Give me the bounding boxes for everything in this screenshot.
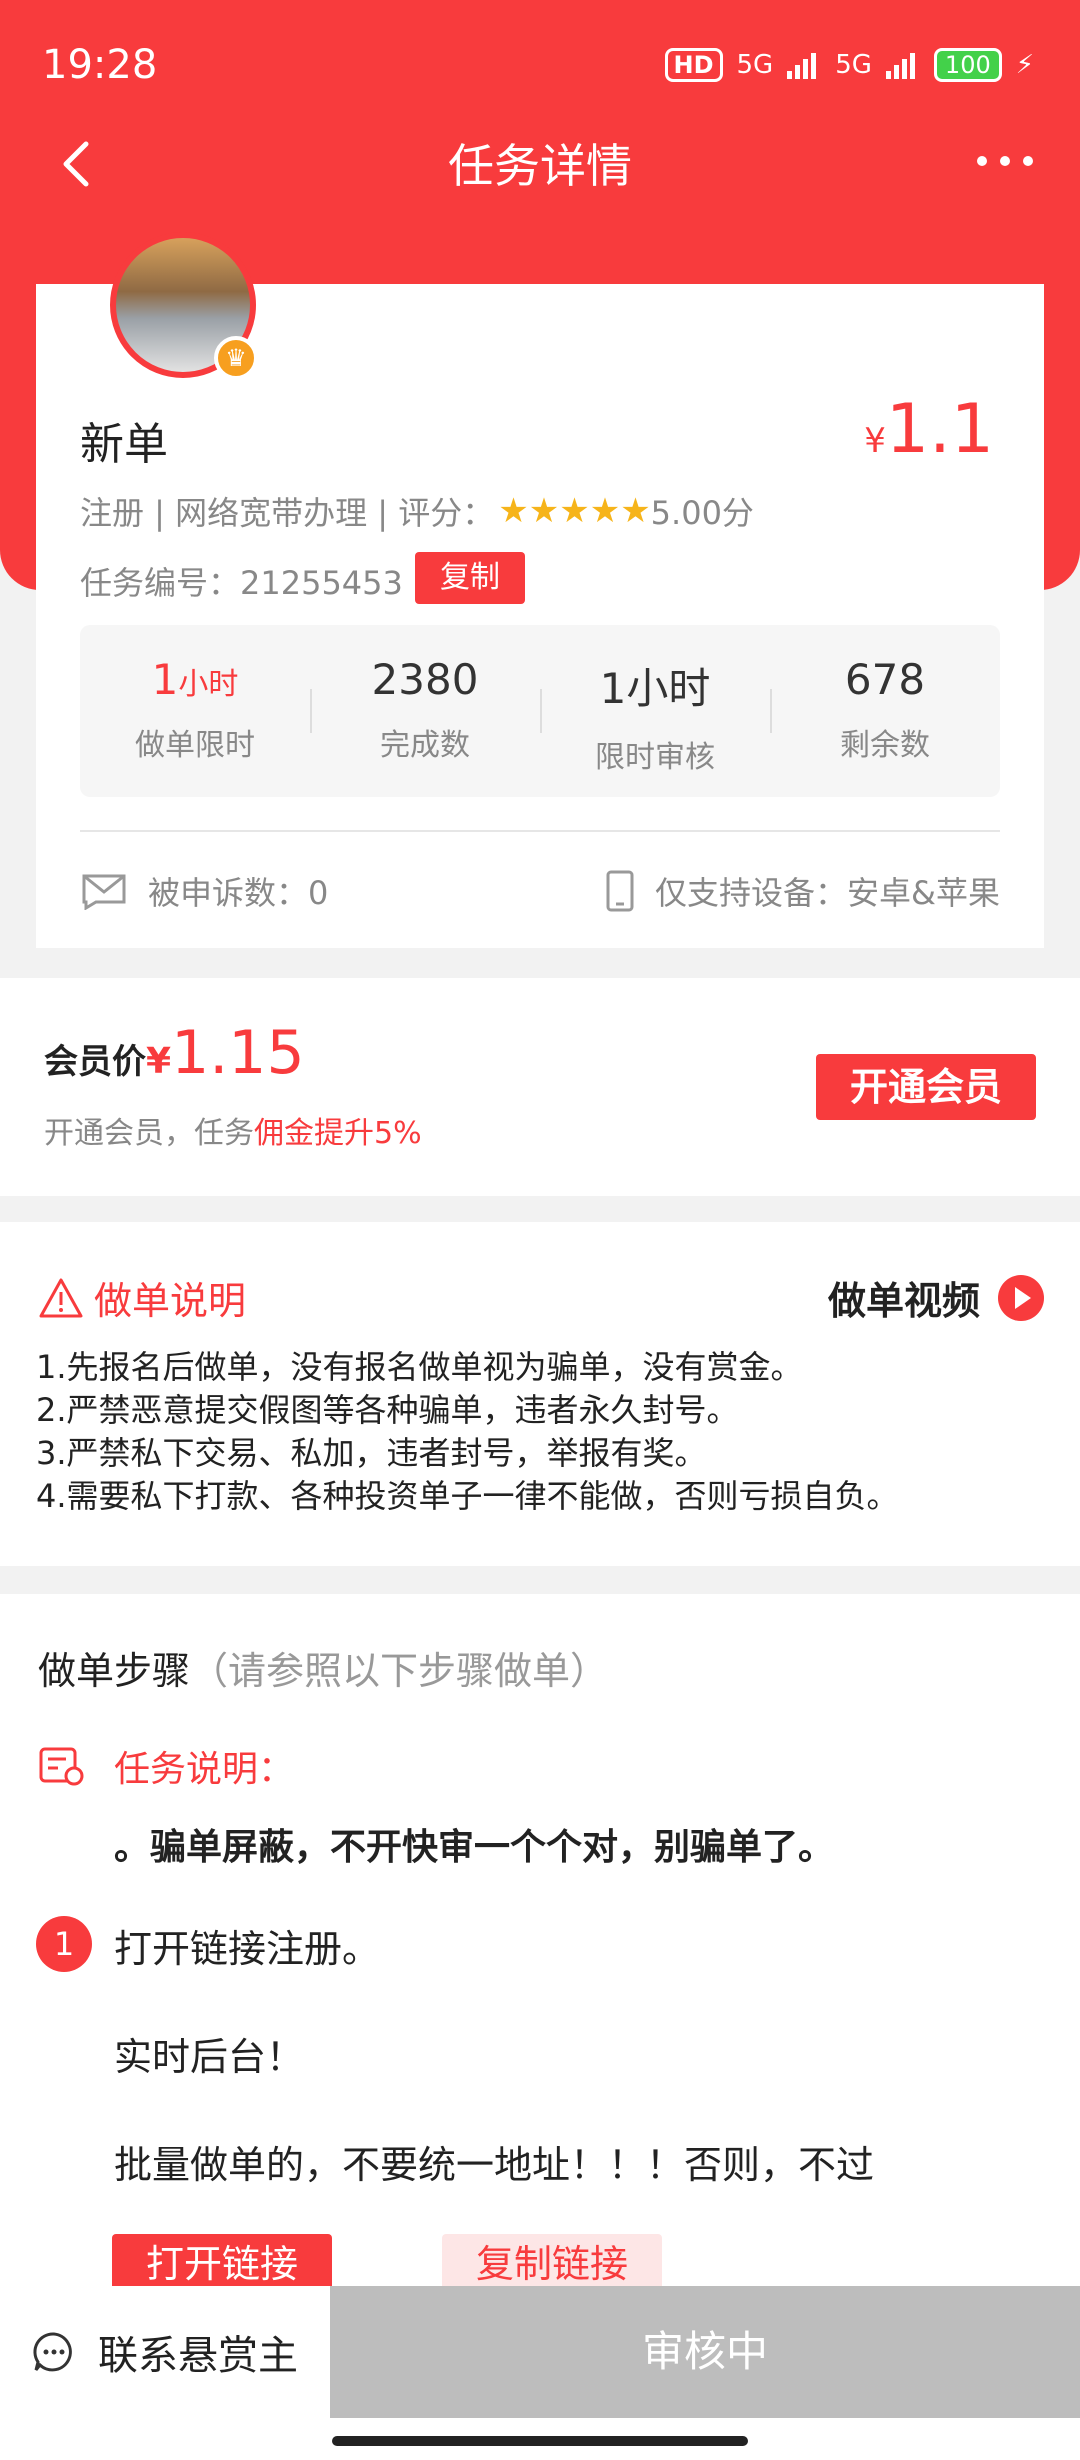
under-review-button[interactable]: 审核中 (330, 2286, 1080, 2418)
bottom-action-bar: 联系悬赏主 审核中 (0, 2286, 1080, 2418)
stat-completed: 2380 完成数 (310, 625, 540, 797)
step-number-badge: 1 (36, 1916, 92, 1972)
stat-time-limit: 1小时 做单限时 (135, 655, 255, 763)
supported-devices: 仅支持设备：安卓&苹果 (605, 868, 1000, 914)
signal-bars-icon (787, 53, 817, 79)
rule-item: 1.先报名后做单，没有报名做单视为骗单，没有赏金。 (36, 1348, 803, 1386)
warning-icon (39, 1278, 83, 1317)
step-1-line-3: 批量做单的，不要统一地址！！！否则，不过 (114, 2143, 875, 2187)
battery-icon: 100 (933, 48, 1002, 82)
rating-score: 5.00分 (650, 494, 754, 532)
member-price: 会员价¥1.15 (44, 1018, 305, 1088)
price-currency: ¥ (864, 421, 886, 461)
stat-remaining: 678 剩余数 (770, 625, 1000, 797)
stat-review-time: 1小时 限时审核 (540, 625, 770, 797)
rules-title: 做单说明 (38, 1270, 246, 1325)
more-icon[interactable] (970, 136, 1040, 186)
task-price: ¥1.1 (864, 390, 994, 469)
open-membership-button[interactable]: 开通会员 (816, 1054, 1036, 1120)
crown-icon: ♛ (214, 336, 258, 380)
task-card (36, 284, 1044, 948)
divider (80, 830, 1000, 832)
rule-item: 4.需要私下打款、各种投资单子一律不能做，否则亏损自负。 (36, 1477, 899, 1515)
step-1-text: 打开链接注册。 (114, 1927, 381, 1971)
page-title: 任务详情 (448, 139, 632, 193)
signal-5g-icon: 5G (736, 50, 774, 80)
play-icon (998, 1274, 1044, 1321)
rule-item: 3.严禁私下交易、私加，违者封号，举报有奖。 (36, 1434, 707, 1472)
note-icon (39, 1747, 84, 1786)
copy-link-button[interactable]: 复制链接 (442, 2234, 662, 2294)
task-meta: 注册 | 网络宽带办理 | 评分： ★★★★★ 5.00分 (80, 488, 754, 534)
step-1-line-2: 实时后台！ (114, 2035, 305, 2079)
complaint-icon (82, 874, 126, 910)
steps-heading: 做单步骤（请参照以下步骤做单） (38, 1649, 609, 1693)
task-stats: 1小时 做单限时 2380 完成数 1小时 限时审核 678 剩余数 (80, 625, 1000, 797)
member-benefit: 开通会员，任务佣金提升5% (44, 1116, 422, 1151)
steps-section: 做单步骤（请参照以下步骤做单） 任务说明： 。骗单屏蔽，不开快审一个个对，别骗单… (0, 1594, 1080, 2294)
home-indicator[interactable] (332, 2436, 748, 2446)
task-description-text: 。骗单屏蔽，不开快审一个个对，别骗单了。 (114, 1827, 835, 1868)
chat-icon (33, 2332, 72, 2372)
rules-list: 1.先报名后做单，没有报名做单视为骗单，没有赏金。 2.严禁恶意提交假图等各种骗… (36, 1346, 899, 1518)
status-bar: 19:28 HD 5G 5G 100 ⚡ (0, 0, 1080, 130)
rating-stars-icon: ★★★★★ (498, 491, 651, 531)
task-id: 任务编号：21255453 (80, 564, 403, 602)
rule-item: 2.严禁恶意提交假图等各种骗单，违者永久封号。 (36, 1391, 739, 1429)
status-time: 19:28 (42, 42, 158, 88)
task-description-title: 任务说明： (38, 1740, 294, 1792)
rules-section: 做单说明 做单视频 1.先报名后做单，没有报名做单视为骗单，没有赏金。 2.严禁… (0, 1222, 1080, 1566)
task-video-link[interactable]: 做单视频 (828, 1270, 1044, 1325)
hd-icon: HD (664, 48, 723, 82)
charging-icon: ⚡ (1015, 50, 1034, 80)
phone-icon (606, 870, 634, 912)
nav-bar: 任务详情 (0, 120, 1080, 210)
signal-5g-icon-2: 5G (835, 50, 872, 80)
task-name: 新单 (80, 419, 168, 470)
status-icons: HD 5G 5G 100 ⚡ (664, 48, 1034, 82)
task-category: 注册 | 网络宽带办理 | 评分： (80, 494, 495, 532)
copy-id-button[interactable]: 复制 (415, 552, 525, 604)
contact-publisher-button[interactable]: 联系悬赏主 (0, 2286, 330, 2418)
signal-bars-icon-2 (885, 53, 915, 79)
member-section: 会员价¥1.15 开通会员，任务佣金提升5% 开通会员 (0, 978, 1080, 1196)
complaint-count: 被申诉数：0 (80, 868, 328, 914)
price-value: 1.1 (885, 390, 994, 469)
open-link-button[interactable]: 打开链接 (112, 2234, 332, 2294)
